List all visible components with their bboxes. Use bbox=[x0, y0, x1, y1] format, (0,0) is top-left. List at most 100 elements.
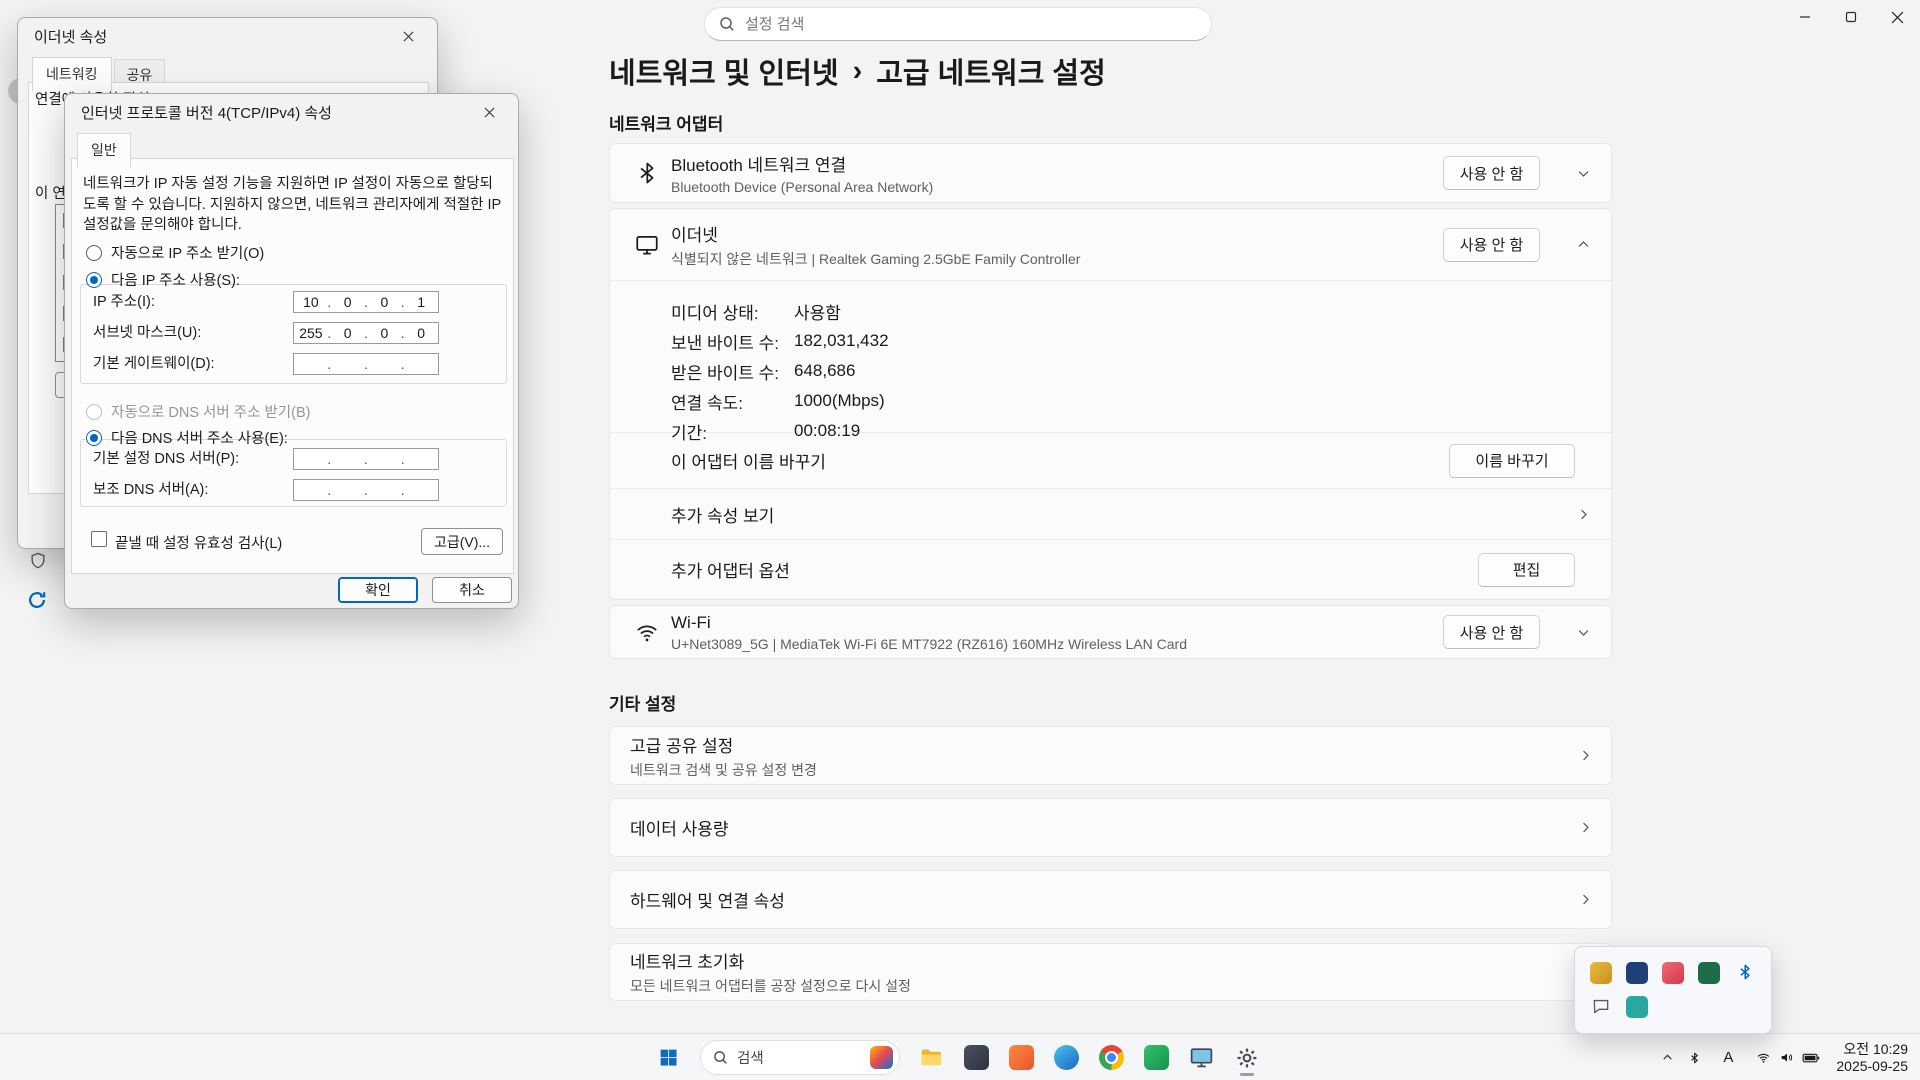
ethernet-details: 미디어 상태:사용함 보낸 바이트 수:182,031,432 받은 바이트 수… bbox=[610, 280, 1611, 432]
bluetooth-device-icon bbox=[634, 160, 660, 186]
bluetooth-disable-button[interactable]: 사용 안 함 bbox=[1443, 156, 1540, 190]
radio-checked-icon[interactable] bbox=[86, 272, 102, 288]
search-icon bbox=[719, 16, 735, 32]
radio-auto-ip[interactable]: 자동으로 IP 주소 받기(O) bbox=[86, 242, 264, 263]
radio-disabled-icon[interactable] bbox=[86, 404, 102, 420]
hardware-connection-properties-card[interactable]: 하드웨어 및 연결 속성 bbox=[609, 870, 1612, 929]
subnet-mask-input[interactable]: 255000 bbox=[293, 322, 439, 344]
taskbar-clock[interactable]: 오전 10:29 2025-09-25 bbox=[1836, 1041, 1908, 1075]
taskbar-app-chrome[interactable] bbox=[1091, 1037, 1132, 1078]
taskbar-app-2[interactable] bbox=[956, 1037, 997, 1078]
data-usage-card[interactable]: 데이터 사용량 bbox=[609, 798, 1612, 857]
close-button[interactable] bbox=[1874, 0, 1920, 34]
close-icon[interactable] bbox=[472, 99, 506, 125]
chevron-up-icon bbox=[1576, 237, 1591, 252]
taskbar-app-4[interactable] bbox=[1046, 1037, 1087, 1078]
dialog-titlebar[interactable]: 이더넷 속성 bbox=[18, 18, 437, 54]
adapter-options-label: 추가 어댑터 옵션 bbox=[671, 557, 1478, 582]
quick-settings-button[interactable] bbox=[1749, 1040, 1826, 1076]
maximize-button[interactable] bbox=[1828, 0, 1874, 34]
breadcrumb-separator: › bbox=[853, 55, 863, 88]
tray-overflow-chevron[interactable] bbox=[1655, 1040, 1680, 1076]
tab-networking[interactable]: 네트워킹 bbox=[32, 57, 112, 92]
adapter-name: 이더넷 bbox=[671, 221, 1432, 246]
ime-mode-indicator[interactable]: A bbox=[1709, 1040, 1747, 1076]
chevron-right-icon bbox=[1578, 820, 1593, 835]
ime-label: A bbox=[1715, 1049, 1741, 1066]
sidebar-item-windows-update[interactable] bbox=[26, 589, 48, 611]
additional-properties-label: 추가 속성 보기 bbox=[671, 502, 1563, 527]
taskbar-app-display[interactable] bbox=[1181, 1037, 1222, 1078]
radio-unchecked-icon[interactable] bbox=[86, 245, 102, 261]
ok-button[interactable]: 확인 bbox=[338, 577, 418, 603]
validate-checkbox-label: 끝낼 때 설정 유효성 검사(L) bbox=[115, 532, 282, 553]
settings-search[interactable] bbox=[704, 7, 1212, 41]
card-title: 고급 공유 설정 bbox=[630, 732, 1578, 757]
rename-button[interactable]: 이름 바꾸기 bbox=[1449, 444, 1575, 478]
ipv4-properties-dialog: 인터넷 프로토콜 버전 4(TCP/IPv4) 속성 일반 네트워크가 IP 자… bbox=[64, 93, 519, 609]
wifi-disable-button[interactable]: 사용 안 함 bbox=[1443, 615, 1540, 649]
wifi-adapter-card: Wi-Fi U+Net3089_5G | MediaTek Wi-Fi 6E M… bbox=[609, 605, 1612, 659]
taskbar-app-6[interactable] bbox=[1136, 1037, 1177, 1078]
sidebar-item-privacy-security[interactable] bbox=[28, 551, 48, 571]
network-reset-card[interactable]: 네트워크 초기화 모든 네트워크 어댑터를 공장 설정으로 다시 설정 bbox=[609, 943, 1612, 1001]
flyout-teal-app-icon[interactable] bbox=[1626, 996, 1648, 1018]
windows-logo-icon bbox=[658, 1047, 679, 1068]
validate-checkbox[interactable] bbox=[91, 531, 107, 547]
start-button[interactable] bbox=[648, 1037, 689, 1078]
flyout-chat-icon[interactable] bbox=[1591, 996, 1611, 1016]
taskbar: 검색 A bbox=[0, 1033, 1920, 1080]
wifi-expander[interactable] bbox=[1563, 612, 1603, 652]
close-icon[interactable] bbox=[391, 23, 425, 49]
cancel-button[interactable]: 취소 bbox=[432, 577, 512, 603]
advanced-sharing-settings-card[interactable]: 고급 공유 설정 네트워크 검색 및 공유 설정 변경 bbox=[609, 726, 1612, 785]
tab-general[interactable]: 일반 bbox=[77, 133, 131, 168]
octet: 255 bbox=[296, 325, 326, 341]
subnet-mask-label: 서브넷 마스크(U): bbox=[93, 322, 201, 344]
radio-manual-ip[interactable]: 다음 IP 주소 사용(S): bbox=[86, 269, 240, 290]
flyout-bluetooth-icon[interactable] bbox=[1736, 962, 1754, 982]
radio-manual-dns[interactable]: 다음 DNS 서버 주소 사용(E): bbox=[86, 427, 288, 448]
bluetooth-expander[interactable] bbox=[1563, 153, 1603, 193]
taskbar-search[interactable]: 검색 bbox=[700, 1040, 900, 1075]
detail-value: 182,031,432 bbox=[794, 331, 889, 351]
taskbar-app-settings[interactable] bbox=[1226, 1037, 1267, 1078]
octet-separator bbox=[399, 294, 406, 310]
preferred-dns-input[interactable] bbox=[293, 448, 439, 470]
search-highlight-icon[interactable] bbox=[870, 1046, 893, 1069]
taskbar-app-3[interactable] bbox=[1001, 1037, 1042, 1078]
clock-date: 2025-09-25 bbox=[1836, 1058, 1908, 1075]
radio-label: 다음 IP 주소 사용(S): bbox=[111, 269, 240, 290]
minimize-button[interactable] bbox=[1782, 0, 1828, 34]
breadcrumb-parent[interactable]: 네트워크 및 인터넷 bbox=[609, 50, 839, 92]
adapter-name: Bluetooth 네트워크 연결 bbox=[671, 151, 1432, 176]
octet: 0 bbox=[370, 325, 400, 341]
radio-checked-icon[interactable] bbox=[86, 430, 102, 446]
dialog-title: 인터넷 프로토콜 버전 4(TCP/IPv4) 속성 bbox=[81, 102, 332, 123]
edit-button[interactable]: 편집 bbox=[1478, 553, 1575, 587]
chrome-icon bbox=[1099, 1045, 1124, 1070]
rename-adapter-label: 이 어댑터 이름 바꾸기 bbox=[671, 448, 1449, 473]
ethernet-disable-button[interactable]: 사용 안 함 bbox=[1443, 228, 1540, 262]
adapter-description: Bluetooth Device (Personal Area Network) bbox=[671, 179, 1432, 195]
flyout-red-app-icon[interactable] bbox=[1662, 962, 1684, 984]
radio-auto-dns[interactable]: 자동으로 DNS 서버 주소 받기(B) bbox=[86, 401, 310, 422]
flyout-green-app-icon[interactable] bbox=[1698, 962, 1720, 984]
tray-bluetooth-icon[interactable] bbox=[1682, 1040, 1707, 1076]
flyout-gold-app-icon[interactable] bbox=[1590, 962, 1612, 984]
chevron-up-icon bbox=[1661, 1051, 1674, 1064]
settings-search-input[interactable] bbox=[745, 16, 1197, 33]
alternate-dns-input[interactable] bbox=[293, 479, 439, 501]
default-gateway-input[interactable] bbox=[293, 353, 439, 375]
dialog-titlebar[interactable]: 인터넷 프로토콜 버전 4(TCP/IPv4) 속성 bbox=[65, 94, 518, 130]
view-additional-properties-row[interactable]: 추가 속성 보기 bbox=[610, 488, 1611, 539]
card-description: 네트워크 검색 및 공유 설정 변경 bbox=[630, 760, 1578, 780]
ethernet-expander[interactable] bbox=[1563, 225, 1603, 265]
taskbar-app-file-explorer[interactable] bbox=[911, 1037, 952, 1078]
ip-address-input[interactable]: 10001 bbox=[293, 291, 439, 313]
blue-app-icon bbox=[1054, 1045, 1079, 1070]
octet-separator bbox=[326, 294, 333, 310]
advanced-button[interactable]: 고급(V)... bbox=[421, 528, 503, 555]
flyout-navy-app-icon[interactable] bbox=[1626, 962, 1648, 984]
card-title: 네트워크 초기화 bbox=[630, 948, 1578, 973]
